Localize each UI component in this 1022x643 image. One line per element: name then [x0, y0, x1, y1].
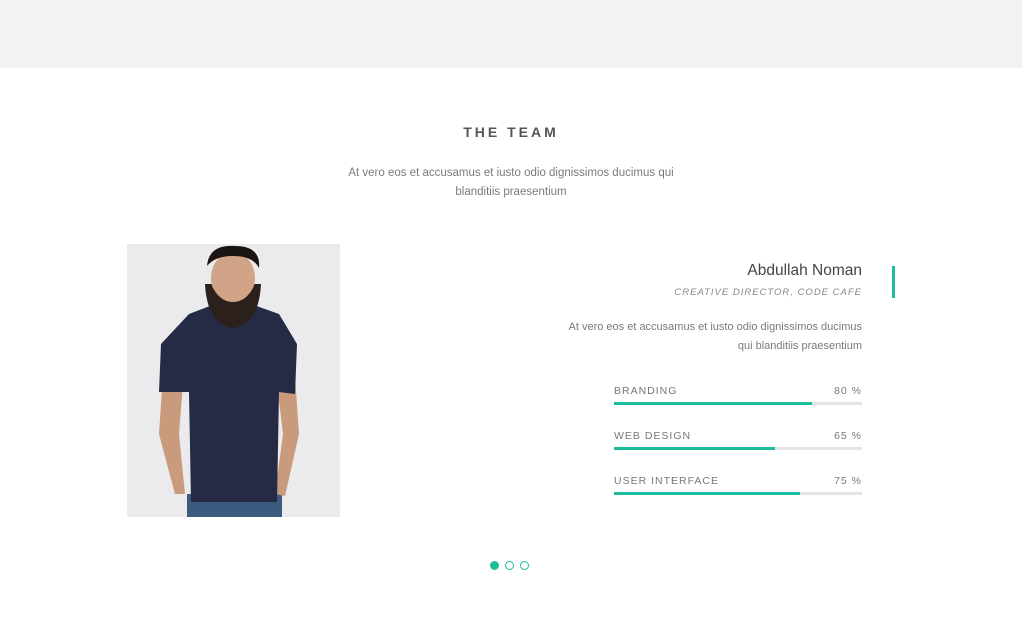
skill-bar-fill	[614, 492, 800, 495]
skill-name: WEB DESIGN	[614, 430, 692, 442]
member-name: Abdullah Noman	[747, 262, 862, 279]
skill-bar-track	[614, 447, 862, 450]
top-band	[0, 0, 1022, 68]
skill-branding: BRANDING 80 %	[614, 384, 862, 429]
skill-bar-fill	[614, 447, 776, 450]
team-member-photo	[127, 244, 340, 517]
skill-value: 65 %	[834, 430, 862, 442]
section-subtitle: At vero eos et accusamus et iusto odio d…	[348, 167, 674, 198]
skill-bar-track	[614, 402, 862, 405]
skill-name: USER INTERFACE	[614, 475, 720, 487]
member-bio: At vero eos et accusamus et iusto odio d…	[568, 321, 862, 352]
skills-list: BRANDING 80 % WEB DESIGN 65 % USER INTER…	[614, 384, 862, 519]
carousel-dot-2[interactable]	[505, 561, 514, 570]
carousel-dot-3[interactable]	[520, 561, 529, 570]
skill-value: 80 %	[834, 385, 862, 397]
carousel-pagination	[490, 561, 529, 571]
skill-bar-track	[614, 492, 862, 495]
carousel-dot-1[interactable]	[490, 561, 499, 570]
accent-line	[892, 266, 895, 298]
skill-web-design: WEB DESIGN 65 %	[614, 429, 862, 474]
skill-user-interface: USER INTERFACE 75 %	[614, 474, 862, 519]
skill-bar-fill	[614, 402, 813, 405]
member-role: CREATIVE DIRECTOR, CODE CAFE	[674, 287, 862, 298]
skill-value: 75 %	[834, 475, 862, 487]
section-title: THE TEAM	[463, 124, 559, 140]
skill-name: BRANDING	[614, 385, 678, 397]
